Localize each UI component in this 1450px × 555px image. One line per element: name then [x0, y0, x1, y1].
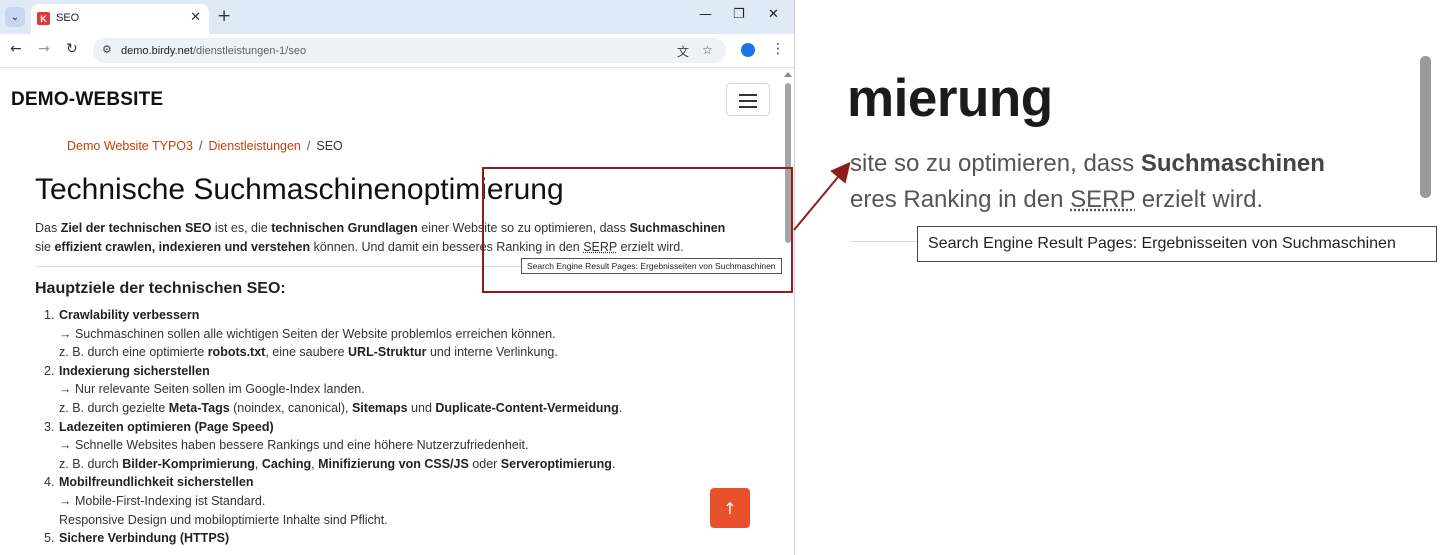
forward-icon[interactable]: → — [38, 41, 50, 57]
zoom-callout: mierung site so zu optimieren, dass Such… — [808, 0, 1450, 555]
arrow-up-icon[interactable]: ↑ — [710, 488, 750, 528]
zoom-line-2: eres Ranking in den SERP erzielt wird. — [850, 186, 1264, 213]
translate-icon[interactable]: 文 — [677, 43, 689, 60]
address-bar[interactable]: ⚙ demo.birdy.net/dienstleistungen-1/seo … — [93, 38, 726, 63]
tab-search-icon[interactable]: ⌄ — [5, 7, 25, 27]
tab-seo[interactable]: K SEO ✕ — [31, 4, 209, 34]
breadcrumb-services-link[interactable]: Dienstleistungen — [208, 139, 300, 153]
minimize-icon[interactable]: — — [699, 7, 712, 22]
breadcrumb: Demo Website TYPO3/Dienstleistungen / SEO — [67, 139, 343, 153]
list-item: 3. Ladezeiten optimieren (Page Speed) → … — [44, 419, 616, 471]
reload-icon[interactable]: ↻ — [66, 41, 78, 57]
site-brand[interactable]: DEMO-WEBSITE — [11, 89, 163, 111]
profile-avatar-icon[interactable] — [741, 43, 755, 57]
section-title: Hauptziele der technischen SEO: — [35, 280, 286, 297]
breadcrumb-current: SEO — [316, 139, 343, 153]
bookmark-star-icon[interactable]: ☆ — [702, 43, 713, 57]
window-close-icon[interactable]: ✕ — [768, 7, 779, 22]
list-item: 5. Sichere Verbindung (HTTPS) — [44, 531, 230, 546]
page-scrollbar[interactable] — [781, 69, 794, 555]
tab-strip: ⌄ K SEO ✕ + — ❐ ✕ — [0, 0, 794, 34]
web-page: DEMO-WEBSITE Demo Website TYPO3/Dienstle… — [0, 69, 781, 555]
zoom-tooltip: Search Engine Result Pages: Ergebnisseit… — [917, 226, 1437, 262]
tab-close-icon[interactable]: ✕ — [190, 10, 201, 25]
new-tab-icon[interactable]: + — [217, 6, 231, 26]
hamburger-menu-icon[interactable] — [726, 83, 770, 116]
zoom-heading-fragment: mierung — [847, 69, 1053, 128]
scroll-up-icon[interactable] — [784, 72, 792, 77]
browser-menu-icon[interactable]: ⋮ — [771, 41, 785, 57]
restore-icon[interactable]: ❐ — [733, 7, 745, 22]
list-item: 4. Mobilfreundlichkeit sicherstellen → M… — [44, 475, 388, 527]
goals-list: 1. Crawlability verbessern → Suchmaschin… — [44, 306, 764, 548]
zoom-scrollbar-thumb — [1420, 56, 1431, 198]
highlight-rectangle — [482, 167, 793, 293]
browser-toolbar: ← → ↻ ⚙ demo.birdy.net/dienstleistungen-… — [0, 34, 794, 68]
breadcrumb-home-link[interactable]: Demo Website TYPO3 — [67, 139, 193, 153]
zoom-line-1: site so zu optimieren, dass Suchmaschine… — [850, 150, 1325, 177]
list-item: 2. Indexierung sicherstellen → Nur relev… — [44, 363, 623, 415]
tab-title: SEO — [56, 12, 80, 24]
list-item: 1. Crawlability verbessern → Suchmaschin… — [44, 308, 558, 360]
favicon-icon: K — [37, 12, 50, 25]
back-icon[interactable]: ← — [10, 41, 22, 57]
site-info-icon[interactable]: ⚙ — [102, 43, 112, 56]
url-text[interactable]: demo.birdy.net/dienstleistungen-1/seo — [121, 45, 306, 57]
